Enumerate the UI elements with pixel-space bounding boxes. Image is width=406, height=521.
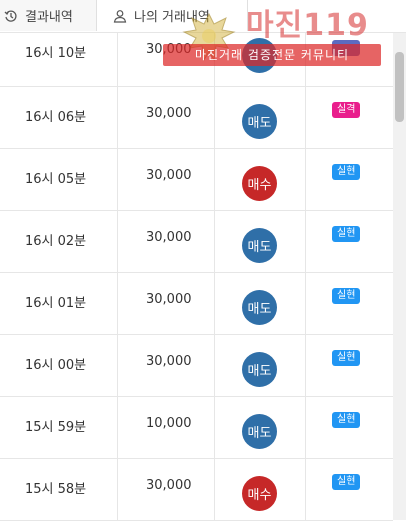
- trade-history-table: 16시 10분 30,000 16시 06분 30,000 매도 실격 16시 05분 30,…: [0, 22, 393, 521]
- result-badge: 실현: [332, 474, 361, 490]
- column-divider: [117, 459, 118, 520]
- table-row: 15시 59분 10,000 매도 실현: [0, 397, 393, 459]
- trade-time: 16시 05분: [25, 172, 87, 187]
- trade-amount: 30,000: [146, 354, 192, 369]
- column-divider: [305, 149, 306, 210]
- trade-time: 15시 59분: [25, 420, 87, 435]
- trade-amount: 30,000: [146, 42, 192, 57]
- column-divider: [117, 335, 118, 396]
- column-divider: [305, 459, 306, 520]
- trade-time: 15시 58분: [25, 482, 87, 497]
- table-row: 16시 05분 30,000 매수 실현: [0, 149, 393, 211]
- result-badge: 실현: [332, 350, 361, 366]
- column-divider: [305, 397, 306, 458]
- column-divider: [305, 87, 306, 148]
- column-divider: [214, 87, 215, 148]
- column-divider: [117, 273, 118, 334]
- result-badge: [332, 40, 360, 56]
- tab-results[interactable]: 결과내역: [0, 0, 97, 31]
- sell-badge: 매도: [242, 290, 277, 325]
- result-badge: 실현: [332, 288, 361, 304]
- tab-my-trades-label: 나의 거래내역: [134, 10, 210, 25]
- trade-amount: 30,000: [146, 292, 192, 307]
- sell-badge: 매도: [242, 228, 277, 263]
- column-divider: [117, 397, 118, 458]
- tab-bar: 결과내역 나의 거래내역: [0, 0, 406, 33]
- trade-time: 16시 06분: [25, 110, 87, 125]
- trade-amount: 30,000: [146, 478, 192, 493]
- trade-time: 16시 01분: [25, 296, 87, 311]
- tab-results-label: 결과내역: [25, 10, 73, 25]
- table-row: 16시 02분 30,000 매도 실현: [0, 211, 393, 273]
- sell-badge: 매도: [242, 104, 277, 139]
- result-badge: 실현: [332, 226, 361, 242]
- column-divider: [214, 149, 215, 210]
- buy-badge: 매수: [242, 166, 277, 201]
- column-divider: [305, 335, 306, 396]
- buy-badge: 매수: [242, 476, 277, 511]
- trade-amount: 30,000: [146, 230, 192, 245]
- table-row: 16시 00분 30,000 매도 실현: [0, 335, 393, 397]
- sell-badge: [242, 38, 277, 73]
- column-divider: [214, 335, 215, 396]
- sell-badge: 매도: [242, 414, 277, 449]
- trade-amount: 30,000: [146, 168, 192, 183]
- column-divider: [214, 273, 215, 334]
- table-row: 16시 01분 30,000 매도 실현: [0, 273, 393, 335]
- column-divider: [214, 397, 215, 458]
- column-divider: [214, 211, 215, 272]
- result-badge: 실격: [332, 102, 361, 118]
- trade-time: 16시 10분: [25, 46, 87, 61]
- column-divider: [305, 273, 306, 334]
- column-divider: [305, 211, 306, 272]
- trade-time: 16시 02분: [25, 234, 87, 249]
- column-divider: [117, 87, 118, 148]
- trade-amount: 30,000: [146, 106, 192, 121]
- user-icon: [113, 9, 127, 23]
- scrollbar-thumb[interactable]: [395, 52, 404, 122]
- history-icon: [4, 10, 17, 22]
- result-badge: 실현: [332, 412, 361, 428]
- scrollbar[interactable]: [393, 32, 406, 520]
- result-badge: 실현: [332, 164, 361, 180]
- tab-my-trades[interactable]: 나의 거래내역: [97, 0, 248, 31]
- trade-amount: 10,000: [146, 416, 192, 431]
- sell-badge: 매도: [242, 352, 277, 387]
- column-divider: [117, 149, 118, 210]
- trade-time: 16시 00분: [25, 358, 87, 373]
- table-row: 15시 58분 30,000 매수 실현: [0, 459, 393, 521]
- column-divider: [117, 211, 118, 272]
- table-row: 16시 06분 30,000 매도 실격: [0, 87, 393, 149]
- column-divider: [214, 459, 215, 520]
